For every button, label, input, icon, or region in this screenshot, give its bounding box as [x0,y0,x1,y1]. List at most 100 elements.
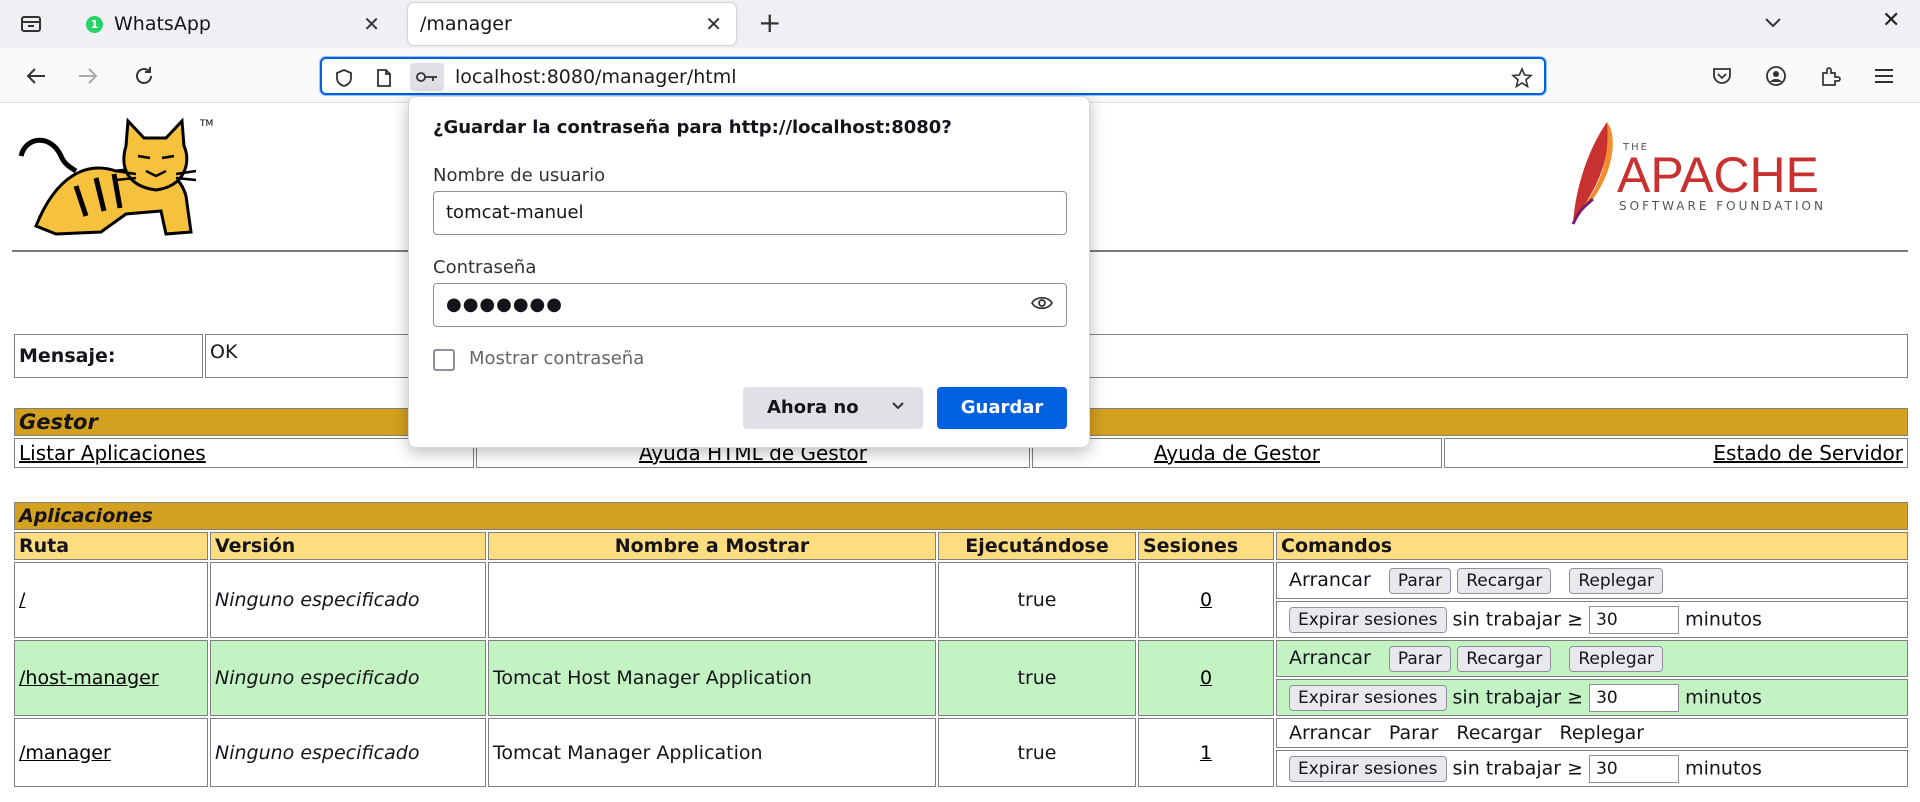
stop-command: Parar [1388,722,1439,744]
password-value: ●●●●●●● [446,294,563,315]
path-cell: /host-manager [14,640,208,716]
display-name-cell: Tomcat Manager Application [488,718,936,787]
sessions-link[interactable]: 0 [1200,667,1212,689]
version-cell: Ninguno especificado [210,718,486,787]
whatsapp-icon: 1 [86,16,103,33]
reload-button[interactable]: Recargar [1457,645,1552,672]
app-path-link[interactable]: / [19,589,25,611]
table-row: /host-manager Ninguno especificado Tomca… [14,640,1908,716]
minutes-label: minutos [1685,757,1762,779]
idle-minutes-input[interactable]: 30 [1589,683,1680,712]
sessions-cell: 1 [1138,718,1274,787]
page-icon[interactable] [372,66,396,90]
apache-logo: THE APACHE SOFTWARE FOUNDATION [1545,114,1865,236]
forward-icon[interactable] [72,60,104,92]
save-password-popup: ¿Guardar la contraseña para http://local… [408,96,1090,448]
expire-sessions-button[interactable]: Expirar sesiones [1289,685,1447,711]
password-field[interactable]: ●●●●●●● [433,283,1067,327]
column-header: Ejecutándose [938,532,1136,560]
start-command: Arrancar [1289,722,1371,744]
column-header: Nombre a Mostrar [488,532,936,560]
minutes-label: minutos [1685,686,1762,708]
expire-cell: Expirar sesiones sin trabajar ≥30 minutos [1276,679,1908,716]
navigation-bar: localhost:8080/manager/html [0,48,1920,103]
tab-title: /manager [420,13,512,35]
window-close-icon[interactable]: ✕ [1882,8,1900,33]
extensions-icon[interactable] [1814,60,1846,92]
password-label: Contraseña [433,257,537,278]
url-text[interactable]: localhost:8080/manager/html [455,66,737,88]
chevron-down-icon[interactable] [1764,10,1782,34]
undeploy-button[interactable]: Replegar [1569,567,1664,594]
tomcat-logo: TM [16,116,216,246]
section-header-aplicaciones: Aplicaciones [14,502,1908,530]
url-bar[interactable]: localhost:8080/manager/html [320,57,1546,95]
eye-icon[interactable] [1030,294,1054,317]
manager-help-link[interactable]: Ayuda de Gestor [1154,441,1320,465]
idle-label: sin trabajar ≥ [1452,757,1584,779]
applications-table: Aplicaciones Ruta Versión Nombre a Mostr… [12,500,1910,789]
svg-text:SOFTWARE FOUNDATION: SOFTWARE FOUNDATION [1619,199,1826,213]
running-cell: true [938,640,1136,716]
pocket-icon[interactable] [1706,60,1738,92]
tab-whatsapp[interactable]: 1 WhatsApp ✕ [70,3,394,45]
svg-text:APACHE: APACHE [1617,147,1819,203]
message-label: Mensaje: [14,334,203,378]
tab-manager[interactable]: /manager ✕ [408,3,736,45]
sessions-link[interactable]: 0 [1200,589,1212,611]
app-path-link[interactable]: /host-manager [19,667,159,689]
shield-icon[interactable] [332,66,356,90]
reload-button[interactable]: Recargar [1457,567,1552,594]
show-password-label[interactable]: Mostrar contraseña [469,348,644,369]
menu-icon[interactable] [1868,60,1900,92]
reload-icon[interactable] [128,60,160,92]
chevron-down-icon[interactable] [891,396,905,421]
popup-title: ¿Guardar la contraseña para http://local… [433,117,952,138]
save-button[interactable]: Guardar [937,387,1067,429]
expire-sessions-button[interactable]: Expirar sesiones [1289,607,1447,633]
bookmark-star-icon[interactable] [1510,66,1534,90]
list-applications-link[interactable]: Listar Aplicaciones [19,441,206,465]
username-label: Nombre de usuario [433,165,606,186]
display-name-cell: Tomcat Host Manager Application [488,640,936,716]
display-name-cell [488,562,936,638]
commands-cell: Arrancar Parar Recargar Replegar [1276,718,1908,748]
tab-title: WhatsApp [114,13,211,35]
table-row: /manager Ninguno especificado Tomcat Man… [14,718,1908,787]
account-icon[interactable] [1760,60,1792,92]
firefox-view-icon[interactable] [14,10,48,38]
close-tab-icon[interactable]: ✕ [363,12,380,36]
stop-button[interactable]: Parar [1388,645,1452,672]
not-now-button[interactable]: Ahora no [743,387,923,429]
key-icon[interactable] [410,63,444,91]
expire-sessions-button[interactable]: Expirar sesiones [1289,756,1447,782]
reload-command: Recargar [1456,722,1542,744]
sessions-link[interactable]: 1 [1200,742,1212,764]
column-header: Sesiones [1138,532,1274,560]
minutes-label: minutos [1685,608,1762,630]
commands-cell: Arrancar Parar Recargar Replegar [1276,640,1908,677]
stop-button[interactable]: Parar [1388,567,1452,594]
tab-bar: 1 WhatsApp ✕ /manager ✕ + ✕ [0,0,1920,48]
running-cell: true [938,718,1136,787]
path-cell: / [14,562,208,638]
show-password-checkbox[interactable] [433,349,455,371]
column-header: Versión [210,532,486,560]
column-header: Ruta [14,532,208,560]
idle-minutes-input[interactable]: 30 [1589,754,1680,783]
server-status-link[interactable]: Estado de Servidor [1713,441,1903,465]
username-field[interactable]: tomcat-manuel [433,191,1067,235]
version-cell: Ninguno especificado [210,640,486,716]
idle-minutes-input[interactable]: 30 [1589,605,1680,634]
new-tab-icon[interactable]: + [758,8,781,38]
table-row: / Ninguno especificado true 0 Arrancar Pa… [14,562,1908,638]
idle-label: sin trabajar ≥ [1452,608,1584,630]
undeploy-button[interactable]: Replegar [1569,645,1664,672]
close-tab-icon[interactable]: ✕ [705,12,722,36]
back-icon[interactable] [20,60,52,92]
expire-cell: Expirar sesiones sin trabajar ≥30 minutos [1276,601,1908,638]
svg-text:TM: TM [199,119,213,129]
app-path-link[interactable]: /manager [19,742,111,764]
gestor-link-cell: Listar Aplicaciones [14,438,474,468]
not-now-label: Ahora no [767,397,859,418]
